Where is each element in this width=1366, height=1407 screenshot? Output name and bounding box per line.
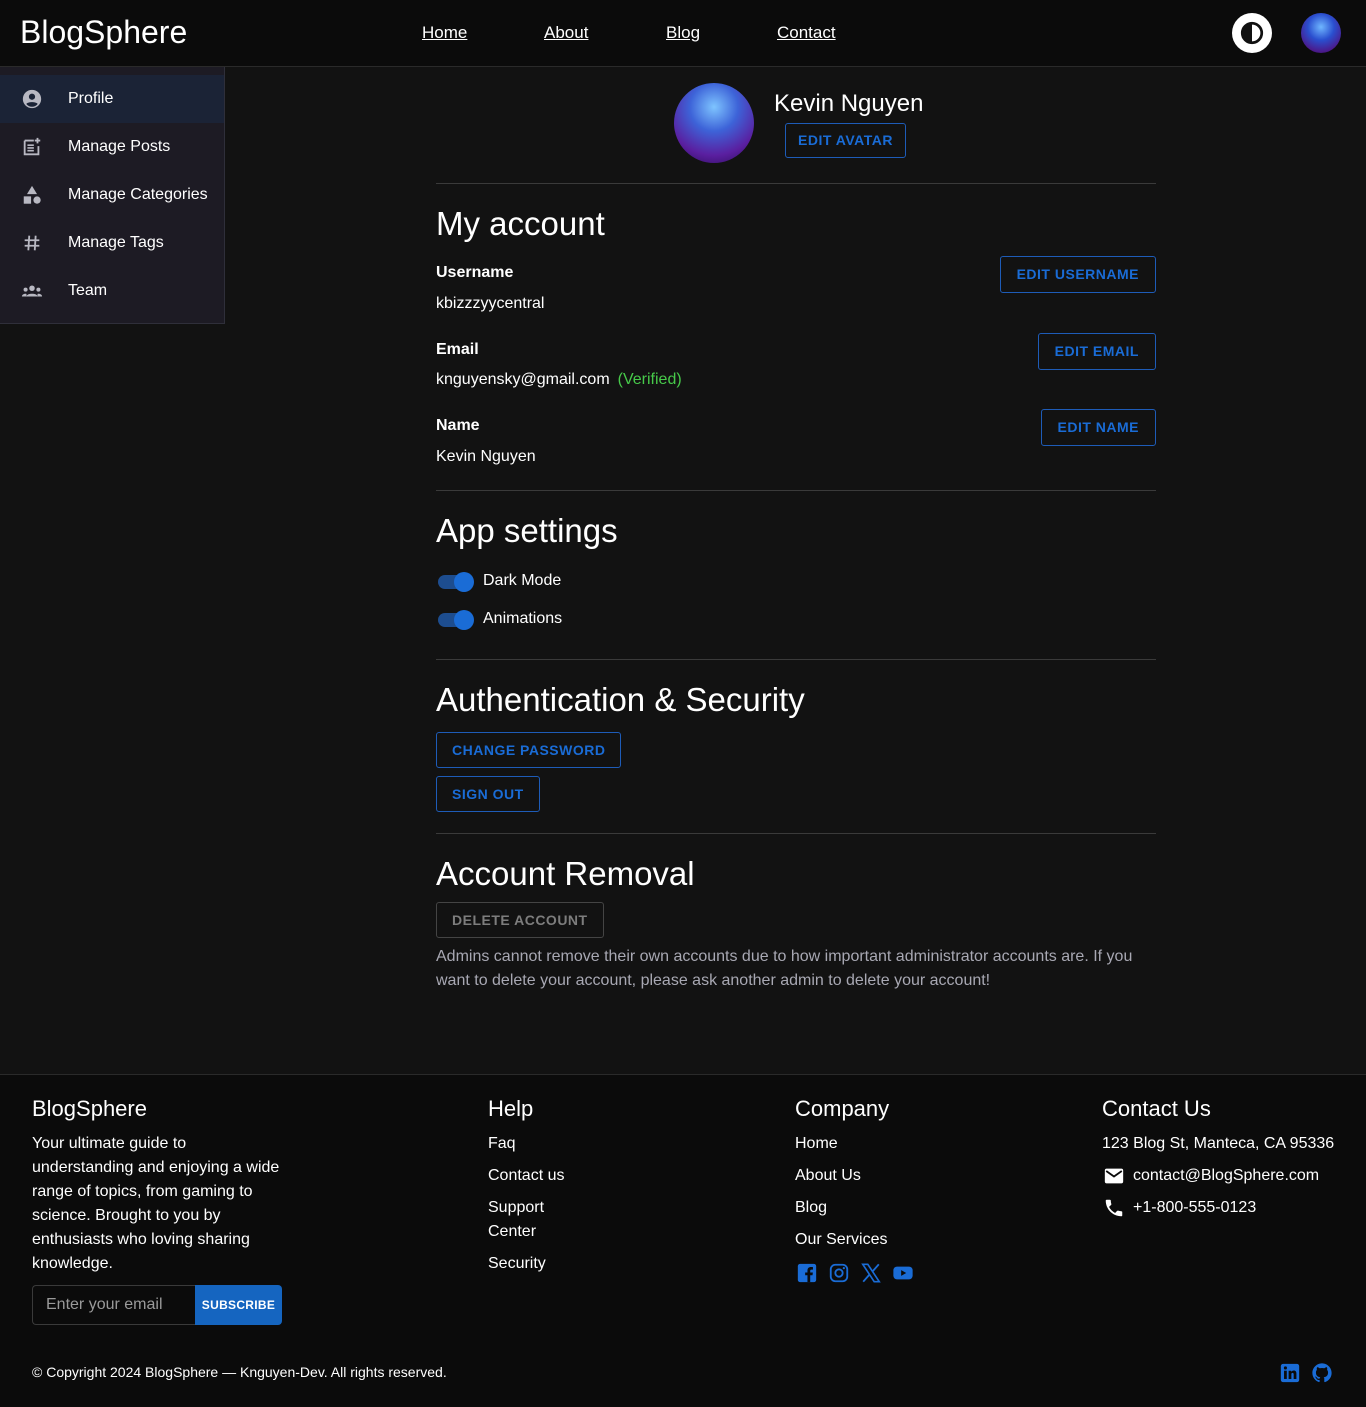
github-icon[interactable] [1311, 1362, 1333, 1384]
sidebar-item-manage-categories[interactable]: Manage Categories [0, 171, 224, 219]
site-logo[interactable]: BlogSphere [20, 14, 187, 51]
edit-avatar-button[interactable]: EDIT AVATAR [785, 123, 906, 158]
sidebar-item-profile[interactable]: Profile [0, 75, 224, 123]
verified-badge: (Verified) [617, 371, 682, 388]
section-title-account-removal: Account Removal [436, 855, 695, 892]
section-title-app-settings: App settings [436, 512, 618, 549]
top-app-bar: BlogSphere Home About Blog Contact [0, 0, 1366, 67]
dark-mode-label: Dark Mode [483, 572, 562, 589]
footer-link-our-services[interactable]: Our Services [795, 1228, 887, 1252]
name-value: Kevin Nguyen [436, 448, 536, 465]
account-removal-note: Admins cannot remove their own accounts … [436, 948, 1133, 989]
switch-thumb [454, 572, 474, 592]
account-circle-icon [22, 89, 42, 109]
animations-switch[interactable] [436, 609, 476, 631]
footer-link-security[interactable]: Security [488, 1252, 546, 1276]
facebook-icon[interactable] [796, 1262, 818, 1284]
site-footer: BlogSphere Your ultimate guide to unders… [0, 1074, 1366, 1407]
edit-name-button[interactable]: EDIT NAME [1040, 409, 1156, 446]
sidebar-item-manage-tags[interactable]: Manage Tags [0, 219, 224, 267]
edit-username-button[interactable]: EDIT USERNAME [999, 256, 1156, 293]
username-value: kbizzzyycentral [436, 295, 545, 312]
nav-link-about[interactable]: About [544, 23, 588, 43]
profile-header: Kevin Nguyen EDIT AVATAR [674, 83, 974, 163]
sidebar-item-manage-posts[interactable]: Manage Posts [0, 123, 224, 171]
category-icon [23, 185, 41, 204]
username-label: Username [436, 264, 514, 281]
footer-address: 123 Blog St, Manteca, CA 95336 [1102, 1135, 1335, 1152]
newsletter-email-input[interactable] [32, 1285, 196, 1325]
nav-link-blog[interactable]: Blog [666, 23, 700, 43]
instagram-icon[interactable] [828, 1262, 850, 1284]
linkedin-icon[interactable] [1279, 1362, 1301, 1384]
sign-out-button[interactable]: SIGN OUT [436, 776, 540, 812]
nav-link-contact[interactable]: Contact [777, 23, 836, 43]
footer-contact-title: Contact Us [1102, 1096, 1211, 1121]
dark-mode-switch[interactable] [436, 571, 476, 593]
footer-link-faq[interactable]: Faq [488, 1132, 516, 1156]
x-icon[interactable] [860, 1262, 882, 1284]
edit-email-button[interactable]: EDIT EMAIL [1037, 333, 1156, 370]
email-value: knguyensky@gmail.com [436, 371, 610, 388]
footer-link-about-us[interactable]: About Us [795, 1164, 861, 1188]
footer-company-title: Company [795, 1096, 890, 1121]
footer-link-home[interactable]: Home [795, 1132, 838, 1156]
section-title-my-account: My account [436, 205, 605, 242]
divider [436, 183, 1156, 184]
email-label: Email [436, 341, 479, 358]
sidebar-item-label: Profile [68, 90, 114, 107]
footer-link-contact-us[interactable]: Contact us [488, 1164, 564, 1188]
post-add-icon [23, 137, 41, 156]
footer-phone[interactable]: +1-800-555-0123 [1133, 1196, 1256, 1220]
nav-link-home[interactable]: Home [422, 23, 467, 43]
sidebar-item-label: Manage Posts [68, 138, 171, 155]
footer-brand-title: BlogSphere [32, 1096, 147, 1121]
profile-avatar [674, 83, 754, 163]
section-title-security: Authentication & Security [436, 681, 805, 718]
subscribe-button[interactable]: SUBSCRIBE [195, 1285, 282, 1325]
footer-link-blog[interactable]: Blog [795, 1196, 827, 1220]
user-avatar-button[interactable] [1301, 13, 1341, 53]
phone-icon [1105, 1199, 1123, 1217]
name-label: Name [436, 417, 480, 434]
sidebar-item-label: Manage Tags [68, 234, 164, 251]
switch-thumb [454, 610, 474, 630]
sidebar-item-label: Team [68, 282, 108, 299]
copyright-text: © Copyright 2024 BlogSphere — Knguyen-De… [32, 1364, 447, 1380]
animations-label: Animations [483, 610, 563, 627]
profile-name: Kevin Nguyen [774, 90, 924, 117]
footer-help-title: Help [488, 1096, 534, 1121]
contrast-icon [1240, 21, 1264, 45]
footer-email[interactable]: contact@BlogSphere.com [1133, 1164, 1319, 1188]
divider [436, 659, 1156, 660]
admin-sidebar: Profile Manage Posts Manage Categories M… [0, 67, 225, 324]
sidebar-item-label: Manage Categories [68, 186, 208, 203]
mail-icon [1104, 1168, 1124, 1184]
footer-link-support-center[interactable]: Support Center [488, 1196, 578, 1244]
youtube-icon[interactable] [892, 1262, 914, 1284]
sidebar-item-team[interactable]: Team [0, 267, 224, 315]
tag-icon [24, 235, 40, 251]
delete-account-button: DELETE ACCOUNT [436, 902, 604, 938]
divider [436, 833, 1156, 834]
group-icon [21, 285, 43, 297]
divider [436, 490, 1156, 491]
theme-toggle-button[interactable] [1232, 13, 1272, 53]
email-value-row: knguyensky@gmail.com (Verified) [436, 371, 682, 389]
footer-brand-description: Your ultimate guide to understanding and… [32, 1135, 280, 1272]
change-password-button[interactable]: CHANGE PASSWORD [436, 732, 622, 768]
